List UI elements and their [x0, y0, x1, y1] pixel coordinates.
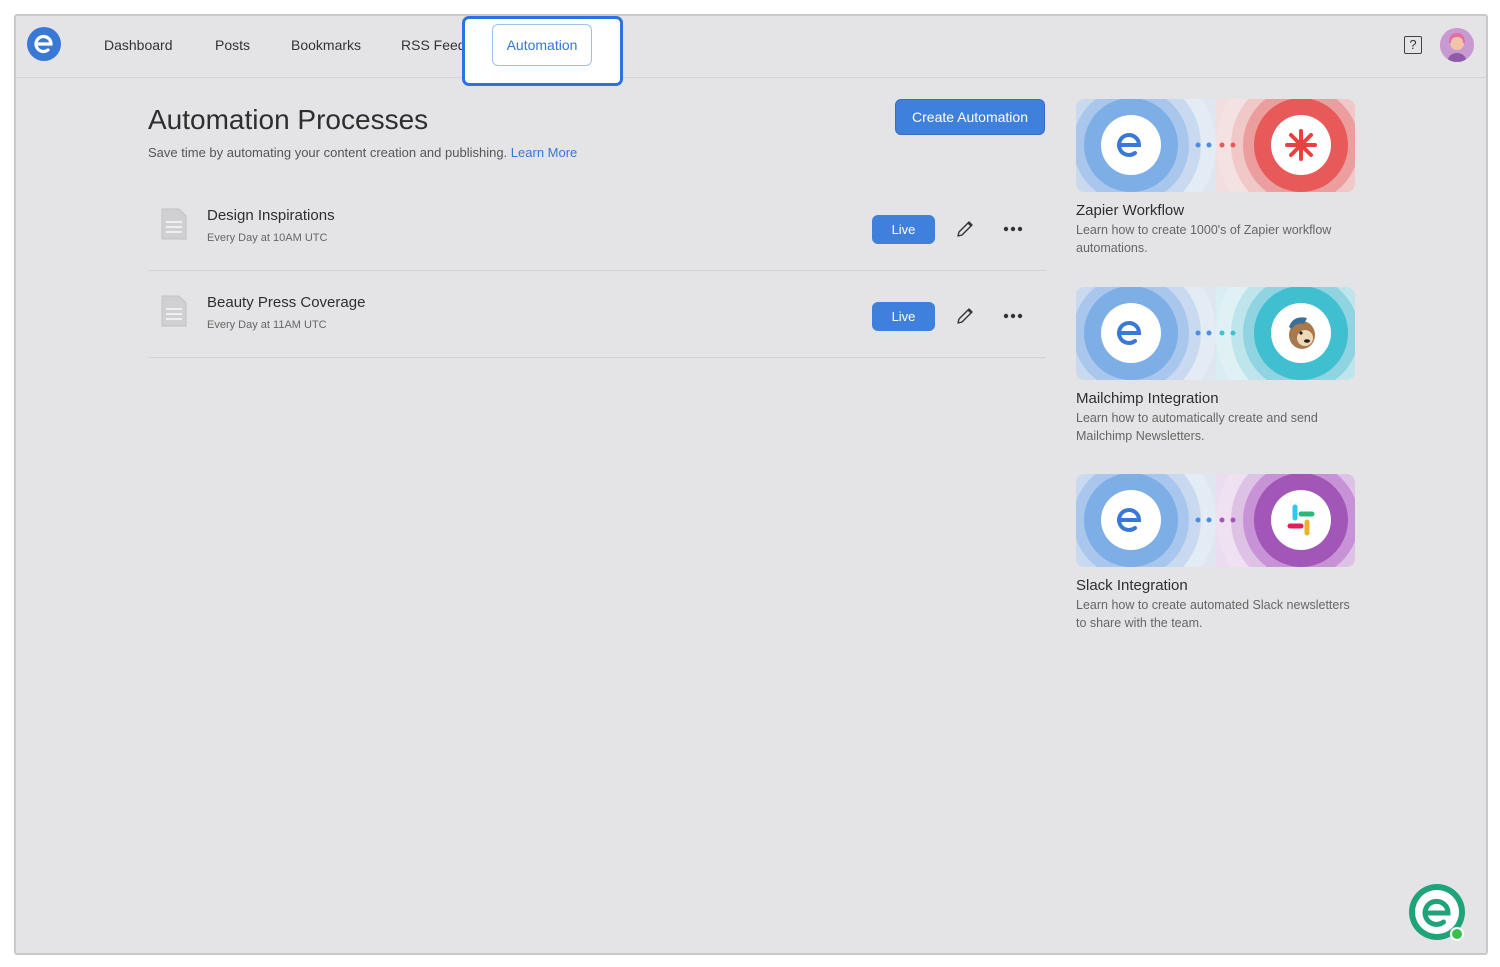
create-automation-button[interactable]: Create Automation: [895, 99, 1045, 135]
nav-bookmarks[interactable]: Bookmarks: [291, 37, 361, 53]
nav-dashboard[interactable]: Dashboard: [104, 37, 173, 53]
integration-description: Learn how to create automated Slack news…: [1076, 598, 1350, 630]
page-subtitle: Save time by automating your content cre…: [148, 145, 577, 160]
integration-title[interactable]: Mailchimp Integration: [1076, 390, 1356, 407]
document-icon: [161, 295, 187, 327]
slack-banner: [1076, 474, 1355, 567]
automation-schedule: Every Day at 10AM UTC: [207, 232, 328, 244]
chat-launcher-icon[interactable]: [1407, 882, 1467, 942]
integration-title[interactable]: Zapier Workflow: [1076, 202, 1356, 219]
zapier-banner: [1076, 99, 1355, 192]
integration-card-zapier[interactable]: Zapier Workflow Learn how to create 1000…: [1076, 99, 1356, 257]
subtitle-text: Save time by automating your content cre…: [148, 145, 508, 160]
zapier-icon: [1285, 129, 1317, 161]
nav-rss-feeds[interactable]: RSS Feeds: [401, 37, 463, 53]
more-options-icon[interactable]: [1001, 218, 1025, 240]
app-window: Dashboard Posts Bookmarks RSS Feeds Auto…: [14, 14, 1488, 955]
integration-card-slack[interactable]: Slack Integration Learn how to create au…: [1076, 474, 1356, 632]
live-status-button[interactable]: Live: [872, 215, 935, 244]
nav-automation[interactable]: Automation: [492, 24, 592, 66]
integration-card-mailchimp[interactable]: Mailchimp Integration Learn how to autom…: [1076, 287, 1356, 445]
document-icon: [161, 208, 187, 240]
integration-description: Learn how to automatically create and se…: [1076, 411, 1318, 443]
automation-row[interactable]: Design Inspirations Every Day at 10AM UT…: [148, 184, 1046, 271]
help-icon[interactable]: ?: [1404, 36, 1422, 54]
integration-title[interactable]: Slack Integration: [1076, 577, 1356, 594]
automation-schedule: Every Day at 11AM UTC: [207, 319, 327, 331]
learn-more-link[interactable]: Learn More: [511, 145, 577, 160]
edit-pencil-icon[interactable]: [954, 218, 976, 240]
user-avatar[interactable]: [1440, 28, 1474, 62]
mailchimp-banner: [1076, 287, 1355, 380]
automation-name: Design Inspirations: [207, 207, 335, 224]
app-logo-icon[interactable]: [26, 26, 62, 62]
nav-posts[interactable]: Posts: [215, 37, 250, 53]
automation-row[interactable]: Beauty Press Coverage Every Day at 11AM …: [148, 271, 1046, 358]
integration-description: Learn how to create 1000's of Zapier wor…: [1076, 223, 1332, 255]
edit-pencil-icon[interactable]: [954, 305, 976, 327]
page-title: Automation Processes: [148, 104, 429, 135]
automation-name: Beauty Press Coverage: [207, 294, 366, 311]
more-options-icon[interactable]: [1001, 305, 1025, 327]
live-status-button[interactable]: Live: [872, 302, 935, 331]
top-navigation: Dashboard Posts Bookmarks RSS Feeds Auto…: [16, 16, 1486, 86]
